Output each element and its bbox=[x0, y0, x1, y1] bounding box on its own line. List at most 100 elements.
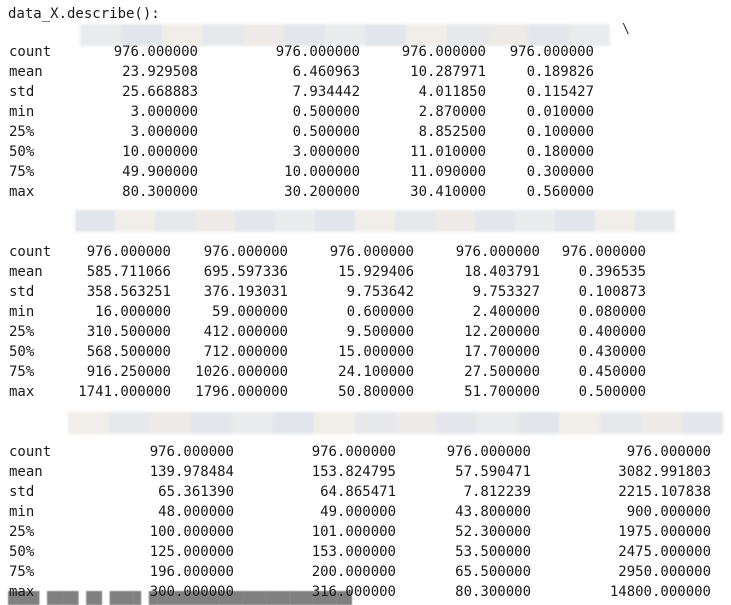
table-cell: 585.711066 bbox=[86, 264, 171, 280]
row-label: 75% bbox=[9, 164, 35, 180]
table-row: count 976.000000 976.000000 976.000000 976.0… bbox=[0, 442, 731, 462]
table-cell: 15.000000 bbox=[338, 344, 414, 360]
table-row: min 48.000000 49.000000 43.800000 900.000000 bbox=[0, 502, 731, 522]
table-cell: 50.800000 bbox=[338, 384, 414, 400]
table-cell: 80.300000 bbox=[122, 184, 198, 200]
table-cell: 976.000000 bbox=[203, 244, 288, 260]
table-cell: 3082.991803 bbox=[618, 464, 711, 480]
row-label: count bbox=[9, 444, 52, 460]
table-cell: 2475.000000 bbox=[618, 544, 711, 560]
table-cell: 2950.000000 bbox=[618, 564, 711, 580]
row-label: min bbox=[9, 304, 35, 320]
table-cell: 2.400000 bbox=[472, 304, 540, 320]
table-cell: 51.700000 bbox=[464, 384, 540, 400]
table-cell: 568.500000 bbox=[86, 344, 171, 360]
describe-table-2: count 976.000000 976.000000 976.000000 976.0… bbox=[0, 242, 731, 402]
table-cell: 412.000000 bbox=[203, 324, 288, 340]
table-cell: 2215.107838 bbox=[618, 484, 711, 500]
console-command: data_X.describe(): bbox=[8, 6, 160, 22]
table-cell: 0.430000 bbox=[578, 344, 646, 360]
table-cell: 916.250000 bbox=[86, 364, 171, 380]
table-cell: 0.396535 bbox=[578, 264, 646, 280]
table-cell: 0.189826 bbox=[526, 64, 594, 80]
table-cell: 9.753642 bbox=[346, 284, 414, 300]
redacted-header-3 bbox=[68, 412, 723, 434]
table-cell: 64.865471 bbox=[320, 484, 396, 500]
row-label: min bbox=[9, 104, 35, 120]
table-row: 25% 100.000000 101.000000 52.300000 1975.000… bbox=[0, 522, 731, 542]
table-row: 75% 196.000000 200.000000 65.500000 2950.000… bbox=[0, 562, 731, 582]
table-row: mean 23.929508 6.460963 10.287971 0.189826 bbox=[0, 62, 731, 82]
row-label: 50% bbox=[9, 544, 35, 560]
table-cell: 153.000000 bbox=[311, 544, 396, 560]
table-cell: 65.361390 bbox=[158, 484, 234, 500]
table-cell: 0.450000 bbox=[578, 364, 646, 380]
row-label: max bbox=[9, 184, 35, 200]
table-cell: 900.000000 bbox=[626, 504, 711, 520]
line-continuation-mark: \ bbox=[622, 22, 630, 37]
table-cell: 100.000000 bbox=[149, 524, 234, 540]
table-cell: 139.978484 bbox=[149, 464, 234, 480]
table-cell: 10.000000 bbox=[122, 144, 198, 160]
python-console-output: data_X.describe(): \ count 976.000000 976.… bbox=[0, 0, 731, 605]
row-label: std bbox=[9, 284, 35, 300]
row-label: std bbox=[9, 484, 35, 500]
row-label: 50% bbox=[9, 144, 35, 160]
table-row: 50% 10.000000 3.000000 11.010000 0.180000 bbox=[0, 142, 731, 162]
table-row: mean 139.978484 153.824795 57.590471 3082.99… bbox=[0, 462, 731, 482]
table-cell: 153.824795 bbox=[311, 464, 396, 480]
table-row: std 65.361390 64.865471 7.812239 2215.107838 bbox=[0, 482, 731, 502]
table-cell: 15.929406 bbox=[338, 264, 414, 280]
table-cell: 49.900000 bbox=[122, 164, 198, 180]
table-cell: 976.000000 bbox=[509, 44, 594, 60]
row-label: mean bbox=[9, 64, 43, 80]
row-label: mean bbox=[9, 264, 43, 280]
table-cell: 0.400000 bbox=[578, 324, 646, 340]
table-row: max 1741.000000 1796.000000 50.800000 51.700… bbox=[0, 382, 731, 402]
table-cell: 14800.000000 bbox=[609, 584, 711, 600]
table-cell: 12.200000 bbox=[464, 324, 540, 340]
table-cell: 0.500000 bbox=[292, 104, 360, 120]
table-cell: 18.403791 bbox=[464, 264, 540, 280]
table-row: 50% 125.000000 153.000000 53.500000 2475.000… bbox=[0, 542, 731, 562]
table-row: std 358.563251 376.193031 9.753642 9.753327 0… bbox=[0, 282, 731, 302]
table-cell: 65.500000 bbox=[455, 564, 531, 580]
row-label: count bbox=[9, 44, 52, 60]
table-cell: 48.000000 bbox=[158, 504, 234, 520]
table-cell: 43.800000 bbox=[455, 504, 531, 520]
table-cell: 976.000000 bbox=[86, 244, 171, 260]
table-cell: 976.000000 bbox=[401, 44, 486, 60]
table-cell: 0.080000 bbox=[578, 304, 646, 320]
row-label: min bbox=[9, 504, 35, 520]
table-cell: 57.590471 bbox=[455, 464, 531, 480]
table-cell: 0.100873 bbox=[578, 284, 646, 300]
table-cell: 976.000000 bbox=[329, 244, 414, 260]
table-cell: 30.410000 bbox=[410, 184, 486, 200]
table-cell: 8.852500 bbox=[418, 124, 486, 140]
table-cell: 376.193031 bbox=[203, 284, 288, 300]
table-cell: 52.300000 bbox=[455, 524, 531, 540]
table-cell: 4.011850 bbox=[418, 84, 486, 100]
describe-table-3: count 976.000000 976.000000 976.000000 976.0… bbox=[0, 442, 731, 602]
table-cell: 2.870000 bbox=[418, 104, 486, 120]
table-cell: 9.753327 bbox=[472, 284, 540, 300]
table-cell: 17.700000 bbox=[464, 344, 540, 360]
row-label: 25% bbox=[9, 124, 35, 140]
table-row: 75% 49.900000 10.000000 11.090000 0.300000 bbox=[0, 162, 731, 182]
table-cell: 23.929508 bbox=[122, 64, 198, 80]
table-cell: 25.668883 bbox=[122, 84, 198, 100]
row-label: 50% bbox=[9, 344, 35, 360]
table-cell: 0.010000 bbox=[526, 104, 594, 120]
table-cell: 59.000000 bbox=[212, 304, 288, 320]
table-row: max 80.300000 30.200000 30.410000 0.560000 bbox=[0, 182, 731, 202]
table-cell: 1741.000000 bbox=[78, 384, 171, 400]
table-cell: 3.000000 bbox=[130, 124, 198, 140]
table-cell: 53.500000 bbox=[455, 544, 531, 560]
table-cell: 3.000000 bbox=[130, 104, 198, 120]
table-cell: 0.115427 bbox=[526, 84, 594, 100]
table-cell: 1796.000000 bbox=[195, 384, 288, 400]
table-row: count 976.000000 976.000000 976.000000 976.0… bbox=[0, 42, 731, 62]
table-cell: 358.563251 bbox=[86, 284, 171, 300]
table-cell: 0.500000 bbox=[292, 124, 360, 140]
table-cell: 1975.000000 bbox=[618, 524, 711, 540]
